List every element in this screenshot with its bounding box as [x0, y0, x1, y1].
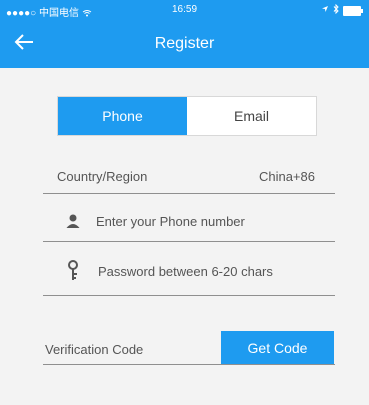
- password-input[interactable]: Password between 6-20 chars: [62, 258, 332, 284]
- divider-verification: [43, 364, 335, 365]
- password-placeholder: Password between 6-20 chars: [98, 263, 273, 279]
- tab-phone[interactable]: Phone: [58, 97, 187, 135]
- battery-icon: [343, 5, 363, 16]
- status-bar: ●●●●○ 中国电信 16:59: [0, 0, 369, 20]
- country-region-row[interactable]: Country/Region China+86: [57, 165, 315, 187]
- country-region-value: China+86: [258, 168, 315, 184]
- phone-input[interactable]: Enter your Phone number: [62, 210, 320, 232]
- user-icon: [62, 213, 84, 229]
- method-tabs: Phone Email: [57, 96, 317, 136]
- key-icon: [62, 260, 84, 282]
- divider-country: [43, 193, 335, 194]
- divider-phone: [43, 241, 335, 242]
- country-region-label: Country/Region: [57, 168, 148, 184]
- battery-level: [344, 6, 360, 15]
- status-time: 16:59: [171, 4, 198, 15]
- tab-email[interactable]: Email: [187, 97, 316, 135]
- verification-code-label: Verification Code: [45, 341, 144, 357]
- phone-placeholder: Enter your Phone number: [96, 213, 245, 229]
- verification-code-input[interactable]: Verification Code: [45, 338, 215, 360]
- status-icons: [321, 3, 363, 17]
- get-code-button[interactable]: Get Code: [221, 331, 334, 364]
- page-title: Register: [154, 35, 215, 52]
- app-header: Register: [0, 20, 369, 68]
- location-arrow-icon: [321, 5, 329, 16]
- bluetooth-icon: [333, 3, 339, 17]
- divider-password: [43, 295, 335, 296]
